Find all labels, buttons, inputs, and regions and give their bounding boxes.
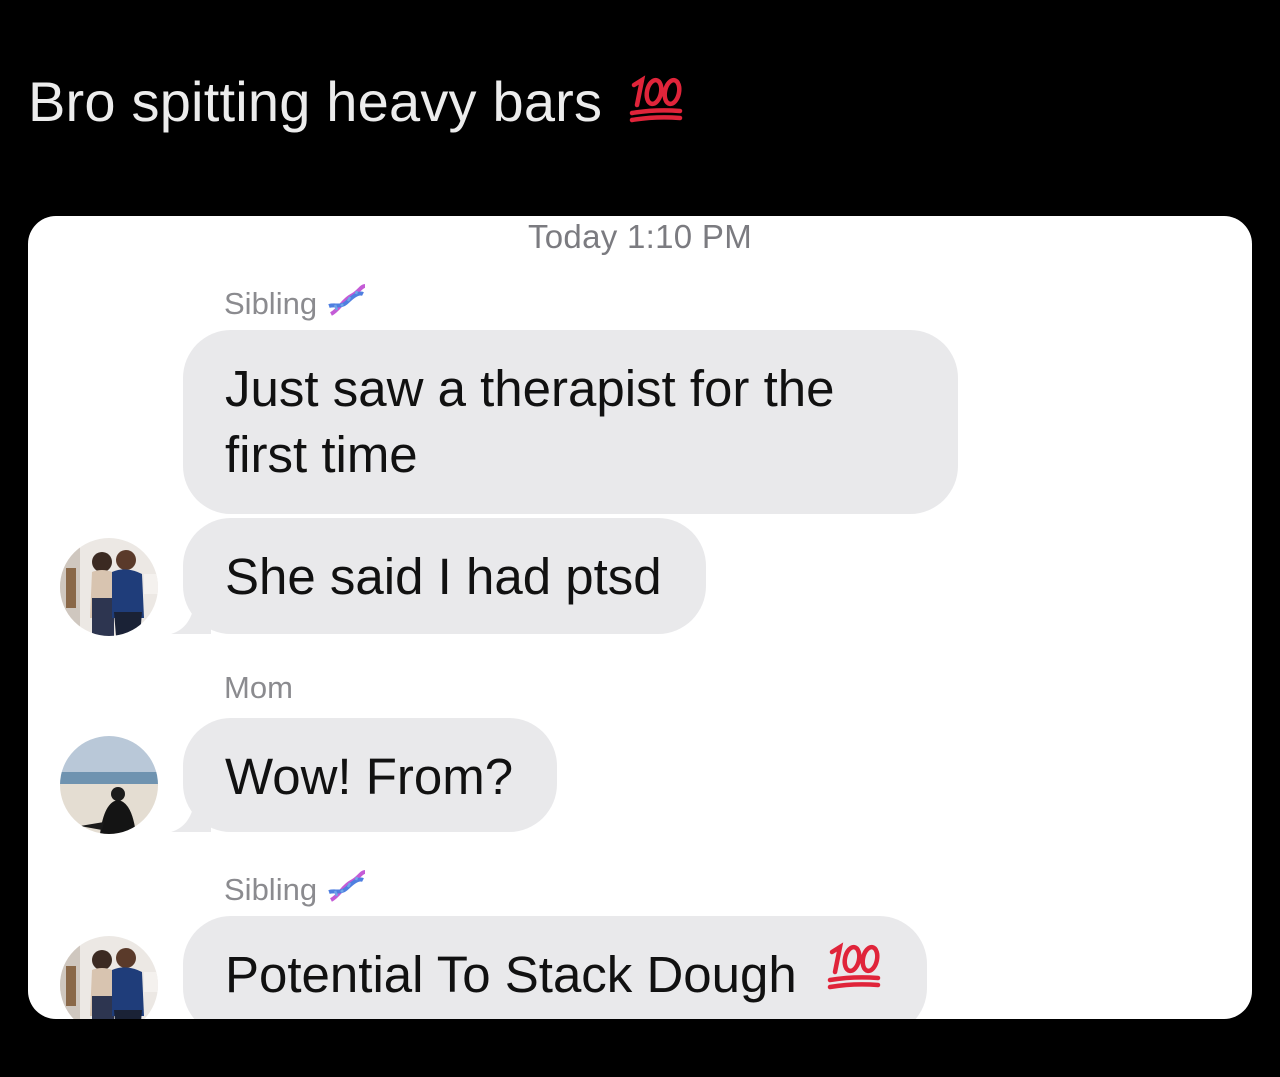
chat-timestamp: Today 1:10 PM bbox=[527, 218, 753, 255]
message-text: Potential To Stack Dough bbox=[225, 946, 797, 1003]
sender-name: Sibling bbox=[224, 872, 318, 907]
message-bubble[interactable]: She said I had ptsd bbox=[171, 518, 706, 634]
sender-label: Sibling bbox=[224, 280, 369, 328]
sender-label: Sibling bbox=[224, 866, 369, 914]
hundred-points-icon bbox=[825, 941, 883, 1008]
post-caption: Bro spitting heavy bars bbox=[28, 66, 684, 142]
sibling-avatar[interactable] bbox=[60, 538, 158, 636]
sibling-avatar[interactable] bbox=[60, 936, 158, 1019]
bubble-tail bbox=[171, 798, 211, 832]
hundred-points-icon bbox=[628, 70, 684, 142]
message-text: Wow! From? bbox=[225, 748, 514, 805]
message-screenshot-card: Today 1:10 PM Sibling Just saw a therapi… bbox=[28, 216, 1252, 1019]
bubble-tail bbox=[171, 600, 211, 634]
dna-icon bbox=[325, 866, 369, 914]
message-bubble[interactable]: Just saw a therapist for the first time bbox=[183, 330, 958, 514]
message-bubble[interactable]: Wow! From? bbox=[171, 718, 558, 832]
caption-text: Bro spitting heavy bars bbox=[28, 70, 603, 133]
message-text: She said I had ptsd bbox=[225, 548, 662, 605]
sender-name: Sibling bbox=[224, 286, 318, 321]
message-text: Just saw a therapist for the first time bbox=[225, 360, 835, 483]
message-bubble[interactable]: Potential To Stack Dough bbox=[183, 916, 927, 1019]
dna-icon bbox=[325, 280, 369, 328]
sender-label: Mom bbox=[224, 670, 293, 706]
sender-name: Mom bbox=[224, 670, 293, 705]
mom-avatar[interactable] bbox=[60, 736, 158, 834]
